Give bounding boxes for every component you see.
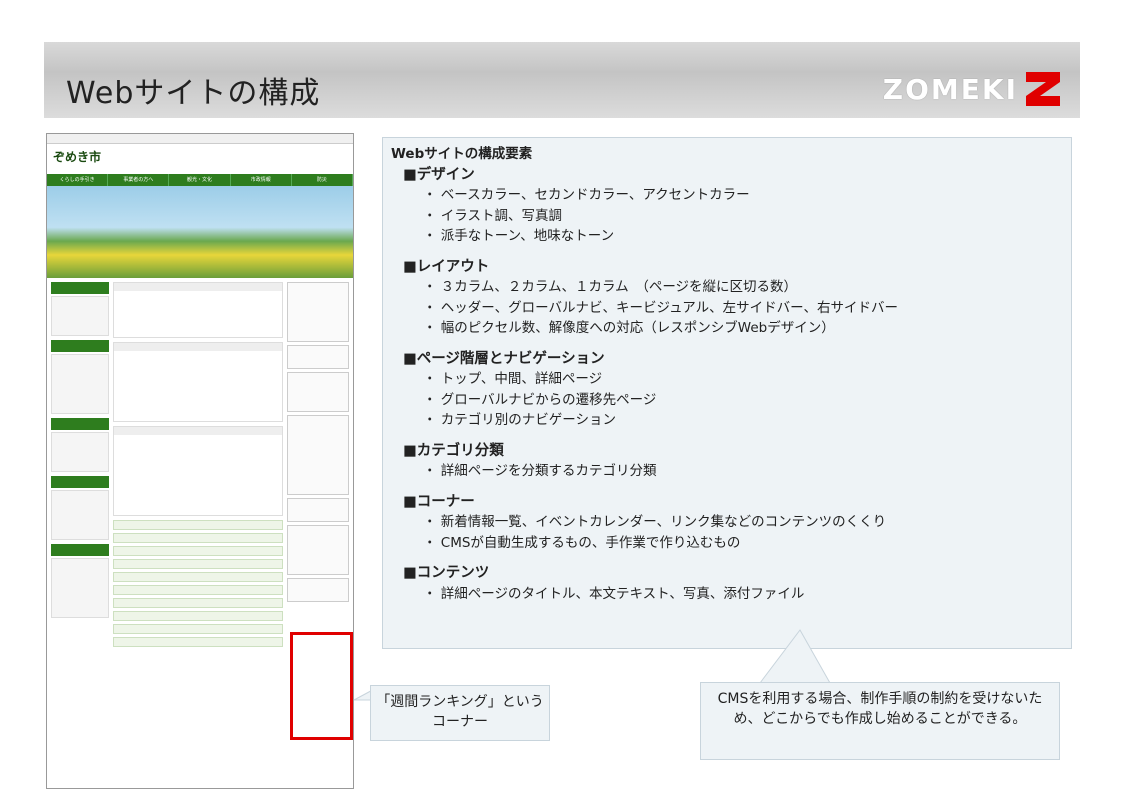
section-title: ■デザイン	[403, 166, 475, 183]
ranking-highlight-box	[290, 632, 353, 740]
section-item: ・ トップ、中間、詳細ページ	[423, 371, 603, 387]
section-title: ■カテゴリ分類	[403, 442, 504, 459]
nav-item: 市政情報	[231, 174, 292, 186]
section-contents: ■コンテンツ ・ 詳細ページのタイトル、本文テキスト、写真、添付ファイル	[391, 563, 1063, 604]
section-layout: ■レイアウト ・ ３カラム、２カラム、１カラム （ページを縦に区切る数） ・ ヘ…	[391, 257, 1063, 339]
screenshot-left-sidebar	[51, 282, 109, 650]
zomeki-logo: ZOMEKI	[883, 72, 1060, 106]
section-item: ・ CMSが自動生成するもの、手作業で作り込むもの	[423, 534, 741, 551]
ranking-callout: 「週間ランキング」という コーナー	[370, 685, 550, 741]
slide-title: Webサイトの構成	[66, 76, 321, 111]
screenshot-global-nav: くらしの手引き 事業者の方へ 観光・文化 市政情報 防災	[47, 174, 353, 186]
logo-text: ZOMEKI	[882, 72, 1018, 106]
section-title: ■レイアウト	[403, 258, 490, 275]
slide-header: Webサイトの構成 ZOMEKI	[44, 42, 1080, 118]
screenshot-body	[47, 278, 353, 654]
section-title: ■コーナー	[403, 493, 475, 510]
zomeki-mark-icon	[1026, 72, 1060, 106]
section-item: ・ 幅のピクセル数、解像度への対応（レスポンシブWebデザイン）	[423, 320, 835, 336]
section-item: ・ 詳細ページのタイトル、本文テキスト、写真、添付ファイル	[423, 585, 805, 602]
nav-item: 事業者の方へ	[108, 174, 170, 186]
section-item: ・ カテゴリ別のナビゲーション	[423, 412, 617, 428]
cms-callout: CMSを利用する場合、制作手順の制約を受けないため、どこからでも作成し始めること…	[700, 682, 1060, 760]
section-item: ・ ヘッダー、グローバルナビ、キービジュアル、左サイドバー、右サイドバー	[423, 299, 899, 316]
section-item: ・ イラスト調、写真調	[423, 207, 563, 224]
section-item: ・ グローバルナビからの遷移先ページ	[423, 391, 657, 408]
panel-heading: Webサイトの構成要素	[391, 146, 533, 162]
nav-item: くらしの手引き	[47, 174, 109, 186]
screenshot-right-sidebar	[287, 282, 349, 650]
section-item: ・ ベースカラー、セカンドカラー、アクセントカラー	[423, 187, 750, 203]
section-item: ・ 派手なトーン、地味なトーン	[423, 228, 615, 244]
section-item: ・ ３カラム、２カラム、１カラム （ページを縦に区切る数）	[423, 279, 798, 295]
components-panel: Webサイトの構成要素 ■デザイン ・ ベースカラー、セカンドカラー、アクセント…	[382, 137, 1072, 649]
section-item: ・ 新着情報一覧、イベントカレンダー、リンク集などのコンテンツのくくり	[423, 514, 887, 530]
screenshot-topbar	[47, 134, 353, 144]
screenshot-site-name: ぞめき市	[53, 150, 102, 164]
section-title: ■コンテンツ	[403, 565, 490, 581]
screenshot-main-column	[113, 282, 283, 650]
section-design: ■デザイン ・ ベースカラー、セカンドカラー、アクセントカラー ・ イラスト調、…	[391, 165, 1063, 247]
nav-item: 観光・文化	[169, 174, 231, 186]
section-item: ・ 詳細ページを分類するカテゴリ分類	[423, 463, 657, 479]
section-title: ■ページ階層とナビゲーション	[403, 350, 605, 367]
screenshot-key-visual	[47, 186, 353, 278]
nav-item: 防災	[292, 174, 353, 186]
section-navigation: ■ページ階層とナビゲーション ・ トップ、中間、詳細ページ ・ グローバルナビか…	[391, 349, 1063, 431]
section-corner: ■コーナー ・ 新着情報一覧、イベントカレンダー、リンク集などのコンテンツのくく…	[391, 492, 1063, 554]
section-category: ■カテゴリ分類 ・ 詳細ページを分類するカテゴリ分類	[391, 441, 1063, 482]
